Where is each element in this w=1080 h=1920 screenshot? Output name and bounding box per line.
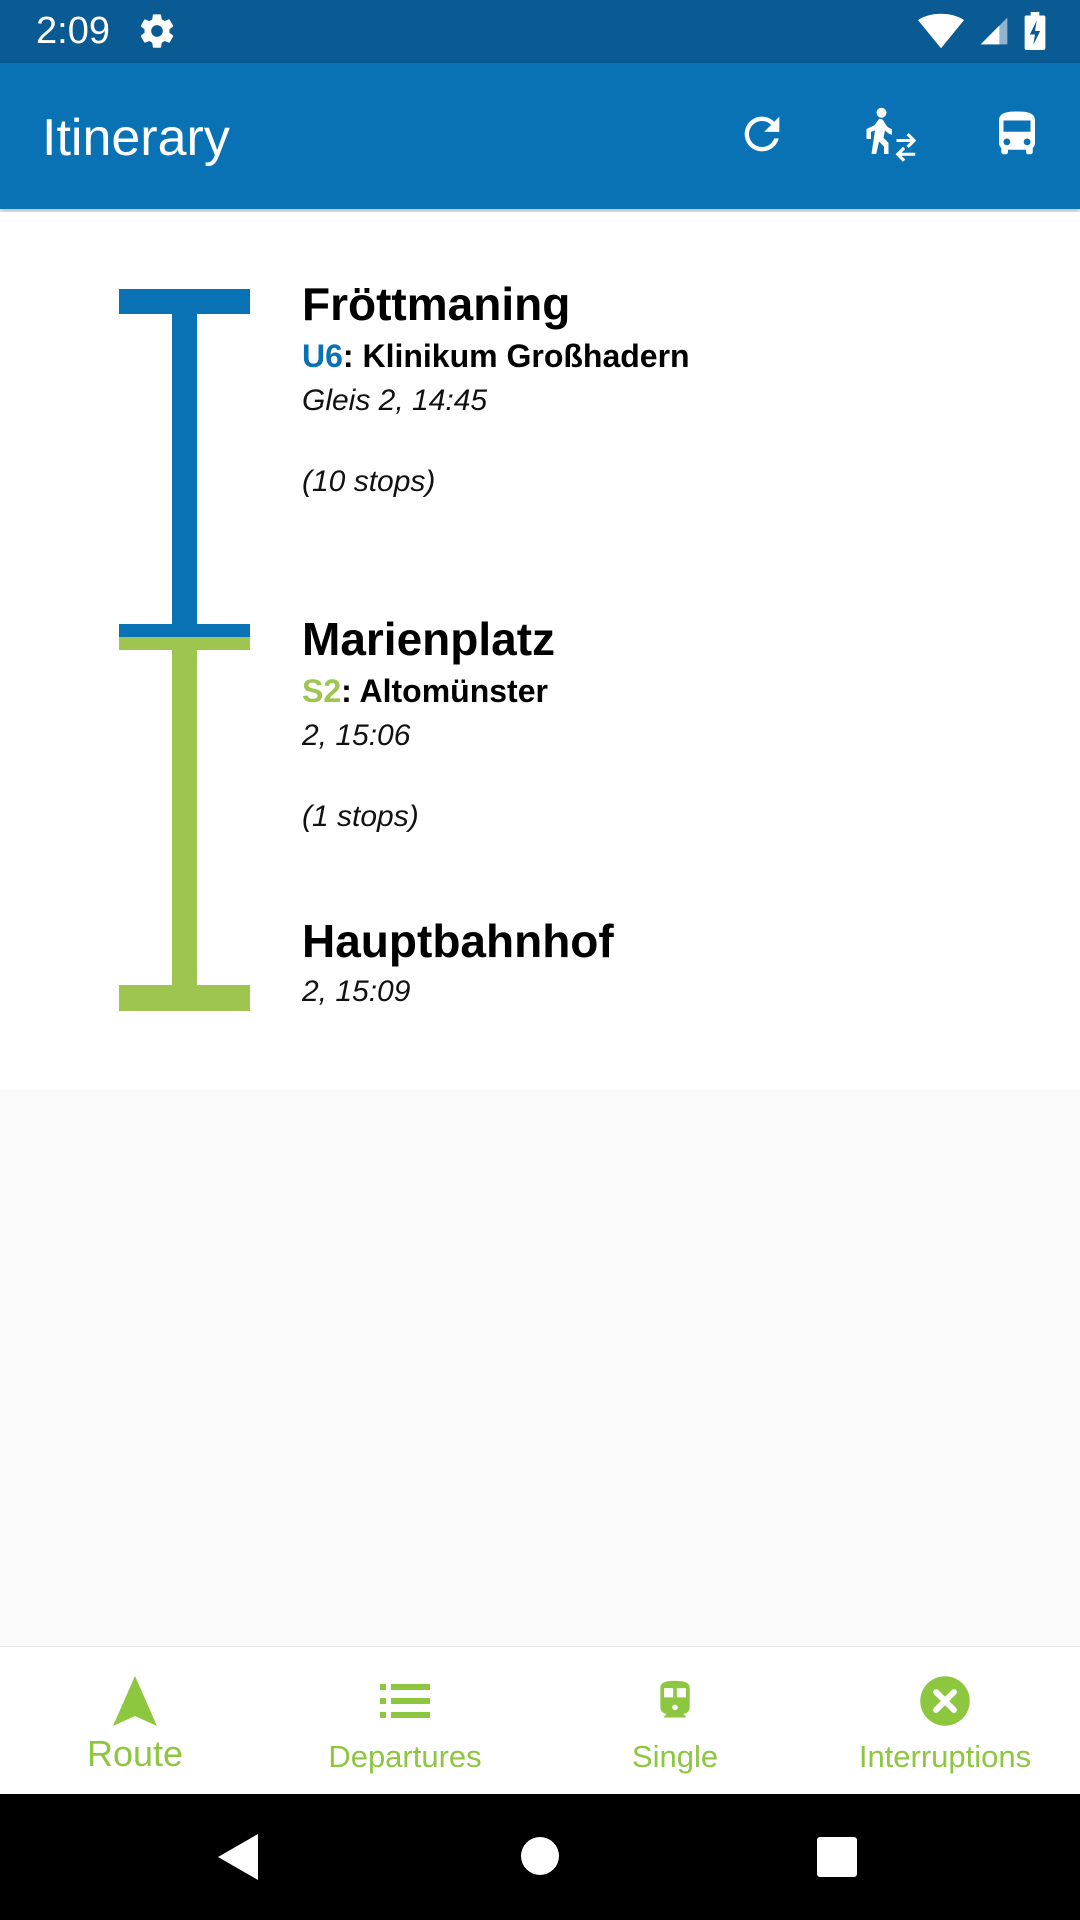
refresh-button[interactable]	[729, 103, 795, 169]
line-info: S2: Altomünster	[302, 673, 548, 710]
bus-icon	[990, 107, 1044, 166]
nav-label-departures: Departures	[328, 1739, 482, 1774]
status-bar: 2:09	[0, 0, 1080, 63]
battery-charging-icon	[1024, 12, 1046, 55]
u6-line-segment	[172, 314, 197, 544]
line-destination: : Altomünster	[341, 673, 548, 709]
s2-line-top-cap	[119, 637, 250, 650]
platform-time: Gleis 2, 14:45	[302, 384, 488, 417]
bottom-navigation: Route Departures Single Interruptions	[0, 1646, 1080, 1795]
nav-route[interactable]: Route	[0, 1647, 270, 1795]
line-info: U6: Klinikum Großhadern	[302, 338, 690, 375]
stop-name: Fröttmaning	[302, 278, 571, 330]
s2-line-bottom-cap	[119, 985, 250, 1011]
cancel-circle-icon	[918, 1671, 972, 1731]
platform-time: 2, 15:09	[302, 975, 411, 1008]
line-badge-s2: S2	[302, 673, 342, 709]
page-title: Itinerary	[42, 109, 230, 167]
refresh-icon	[736, 108, 788, 165]
stop-name: Hauptbahnhof	[302, 915, 614, 967]
stop-name: Marienplatz	[302, 613, 556, 665]
stops-count: (1 stops)	[302, 800, 419, 833]
s2-line-segment	[172, 650, 197, 987]
nav-single[interactable]: Single	[540, 1647, 810, 1795]
nav-departures[interactable]: Departures	[270, 1647, 540, 1795]
list-icon	[380, 1671, 430, 1731]
nav-interruptions[interactable]: Interruptions	[810, 1647, 1080, 1795]
status-time: 2:09	[36, 10, 110, 52]
line-destination: : Klinikum Großhadern	[342, 338, 690, 374]
nav-label-route: Route	[86, 1733, 184, 1774]
recents-icon[interactable]	[817, 1837, 857, 1882]
walk-transfer-button[interactable]	[856, 103, 922, 169]
home-icon[interactable]	[521, 1837, 559, 1880]
stops-count: (10 stops)	[302, 465, 436, 498]
back-icon[interactable]	[218, 1834, 260, 1885]
u6-line-top-cap	[119, 289, 250, 314]
u6-line-bottom-cap	[119, 624, 250, 637]
train-icon	[653, 1671, 697, 1731]
itinerary-card: Fröttmaning U6: Klinikum Großhadern Glei…	[0, 212, 1080, 1090]
system-navigation-bar	[0, 1794, 1080, 1920]
platform-time: 2, 15:06	[302, 719, 411, 752]
signal-icon	[978, 13, 1010, 54]
bus-button[interactable]	[984, 103, 1050, 169]
u6-line-segment-lower	[172, 542, 197, 624]
line-badge-u6: U6	[302, 338, 343, 374]
app-bar: Itinerary	[0, 63, 1080, 209]
wifi-icon	[918, 13, 964, 54]
navigation-arrow-icon	[113, 1671, 157, 1731]
nav-label-interruptions: Interruptions	[858, 1739, 1032, 1774]
nav-label-single: Single	[631, 1739, 719, 1774]
walk-transfer-icon	[859, 104, 919, 169]
gear-icon	[137, 11, 177, 51]
